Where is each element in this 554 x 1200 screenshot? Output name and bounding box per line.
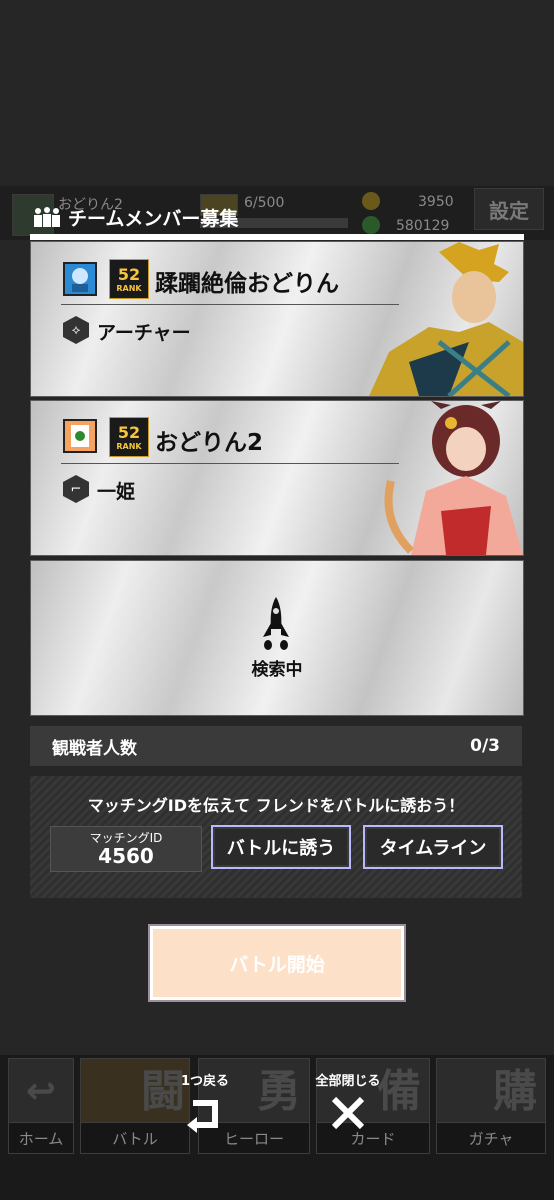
- rank-number: 52: [117, 264, 141, 284]
- point-icon: [362, 216, 380, 234]
- rank-label: RANK: [116, 441, 142, 451]
- matching-id-label: マッチングID: [89, 831, 163, 845]
- member-avatar: [63, 262, 97, 296]
- nav-gacha-label: ガチャ: [437, 1122, 545, 1153]
- spectator-value: 0/3: [470, 736, 500, 756]
- stamina-value: 6/500: [244, 195, 285, 211]
- member-class: アーチャー: [97, 322, 191, 344]
- battle-start-button[interactable]: バトル開始: [150, 926, 404, 1000]
- coin-icon: [362, 192, 380, 210]
- gacha-icon: 購: [493, 1066, 537, 1117]
- panel-title: チームメンバー募集: [32, 202, 238, 232]
- search-slot: 検索中: [30, 560, 524, 716]
- close-all-button[interactable]: 全部閉じる: [306, 1070, 390, 1133]
- matching-id-value: 4560: [98, 844, 154, 868]
- member-avatar: [63, 419, 97, 453]
- name-underline: [61, 463, 399, 464]
- nav-home-label: ホーム: [9, 1122, 73, 1153]
- invite-to-battle-button[interactable]: バトルに誘う: [211, 825, 351, 869]
- settings-label: 設定: [489, 198, 529, 223]
- rank-badge: 52 RANK: [109, 259, 149, 299]
- panel-top-border: [30, 234, 524, 240]
- team-icon: [34, 207, 60, 227]
- close-all-label: 全部閉じる: [315, 1074, 381, 1089]
- rank-badge: 52 RANK: [109, 417, 149, 457]
- rank-label: RANK: [116, 283, 142, 293]
- panel-title-text: チームメンバー募集: [68, 207, 239, 230]
- close-icon: [331, 1096, 365, 1130]
- nav-gacha[interactable]: 購 ガチャ: [436, 1058, 546, 1154]
- rank-number: 52: [117, 422, 141, 442]
- undo-icon: [187, 1100, 218, 1133]
- rocket-icon: [263, 597, 289, 650]
- nav-home[interactable]: ↩ ホーム: [8, 1058, 74, 1154]
- member-class: 一姫: [97, 481, 136, 503]
- search-label: 検索中: [251, 660, 303, 680]
- member-name: おどりん2: [155, 430, 264, 456]
- back-one-label: 1つ戻る: [180, 1074, 230, 1089]
- point-value: 580129: [396, 218, 450, 234]
- back-one-button[interactable]: 1つ戻る: [170, 1070, 240, 1133]
- timeline-button[interactable]: タイムライン: [363, 825, 503, 869]
- settings-button[interactable]: 設定: [474, 188, 544, 230]
- member-name: 蹂躙絶倫おどりん: [155, 271, 339, 297]
- boot-icon: ⌐: [63, 475, 89, 503]
- home-icon: ↩: [25, 1071, 57, 1112]
- hero-portrait: [384, 401, 523, 555]
- matching-message: マッチングIDを伝えて フレンドをバトルに誘おう！: [87, 796, 465, 815]
- spectator-count-row: 観戦者人数 0/3: [30, 726, 522, 766]
- member-card[interactable]: 52 RANK 蹂躙絶倫おどりん ⟡ アーチャー: [30, 241, 524, 397]
- member-card[interactable]: 52 RANK おどりん2 ⌐ 一姫: [30, 400, 524, 556]
- archer-icon: ⟡: [63, 316, 89, 344]
- coin-value: 3950: [418, 194, 454, 210]
- hero-portrait: [369, 242, 523, 396]
- matching-id-box: マッチングID 4560: [50, 826, 202, 872]
- spectator-label: 観戦者人数: [52, 738, 137, 759]
